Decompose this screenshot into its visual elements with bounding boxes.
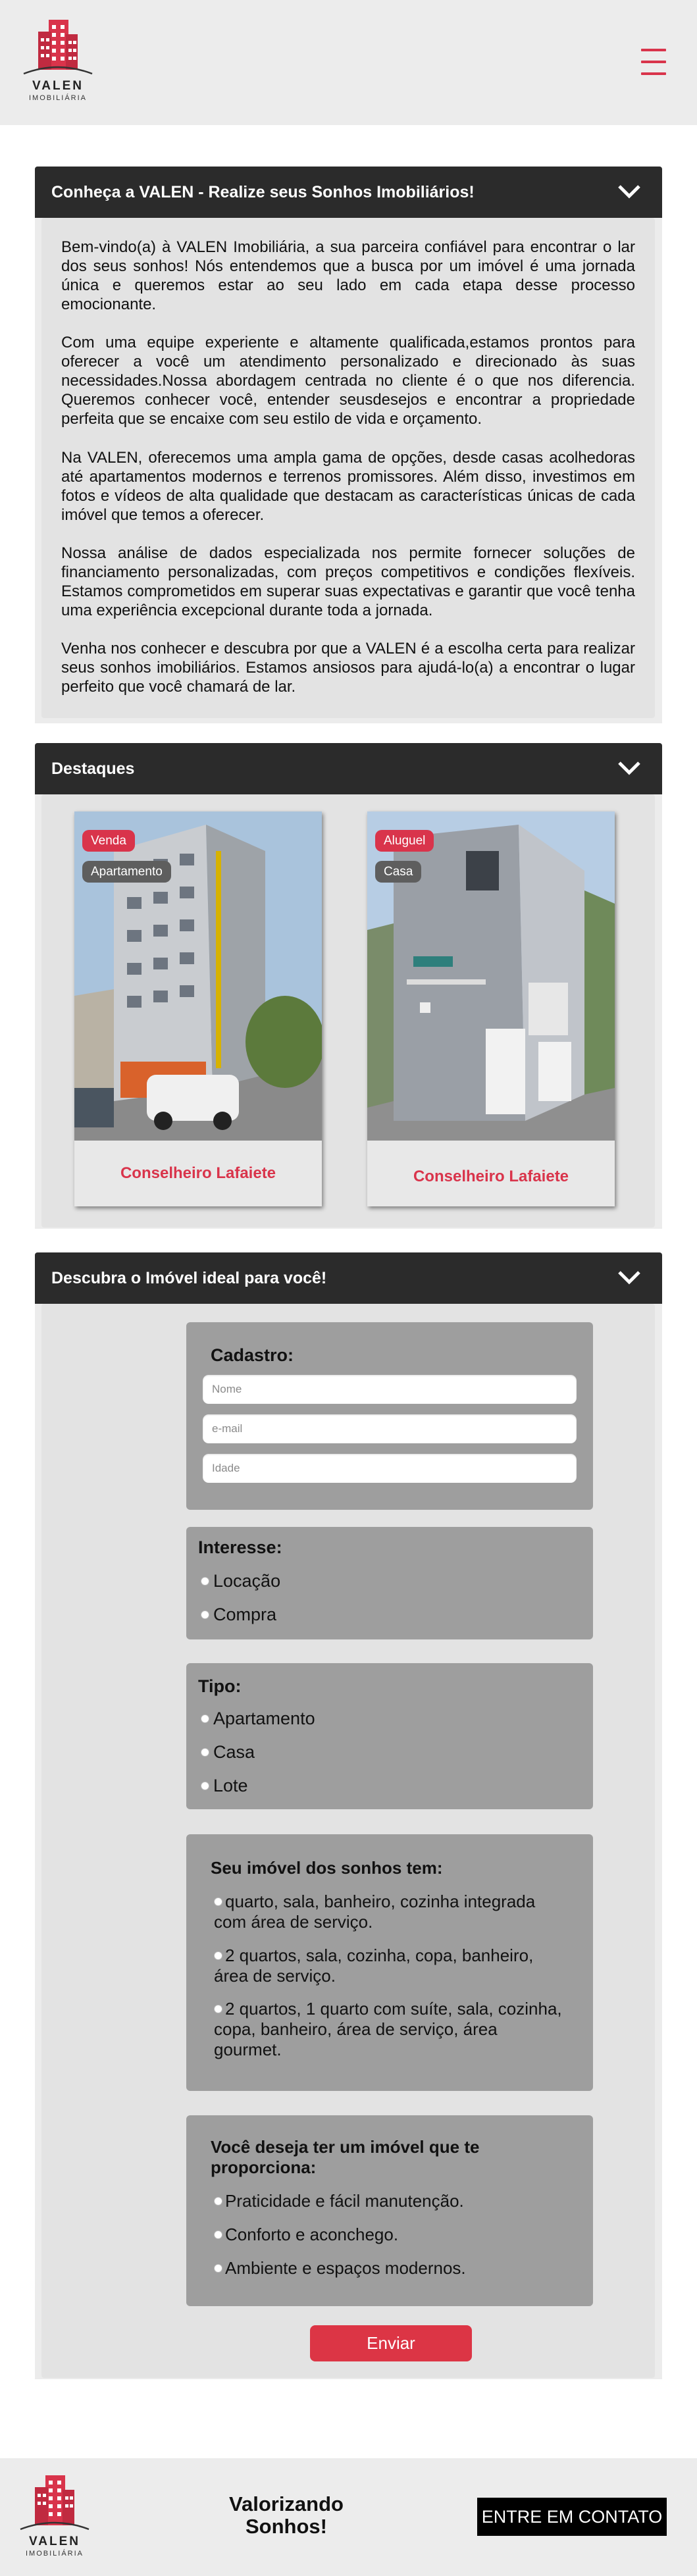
intro-section-body: Bem-vindo(a) à VALEN Imobiliária, a sua … bbox=[35, 218, 662, 723]
highlights-section-header[interactable]: Destaques bbox=[35, 743, 662, 794]
option-label: Ambiente e espaços modernos. bbox=[225, 2258, 466, 2278]
interesse-heading: Interesse: bbox=[198, 1537, 282, 1557]
option-label: Conforto e aconchego. bbox=[225, 2225, 399, 2244]
sonhos-option[interactable]: 2 quartos, 1 quarto com suíte, sala, coz… bbox=[214, 1999, 569, 2060]
intro-paragraph: Venha nos conhecer e descubra por que a … bbox=[61, 640, 635, 696]
logo-subtitle: IMOBILIÁRIA bbox=[25, 2550, 84, 2558]
property-card[interactable]: Venda Apartamento Conselheiro Lafaiete bbox=[74, 811, 322, 1206]
building-logo-icon bbox=[23, 20, 93, 75]
proporciona-box: Você deseja ter um imóvel que te proporc… bbox=[186, 2115, 593, 2306]
tipo-option-apartamento[interactable]: Apartamento bbox=[201, 1708, 315, 1729]
highlights-section-body: Venda Apartamento Conselheiro Lafaiete A… bbox=[35, 794, 662, 1229]
type-badge: Casa bbox=[375, 861, 422, 883]
chevron-down-icon[interactable] bbox=[617, 184, 641, 199]
intro-section-title: Conheça a VALEN - Realize seus Sonhos Im… bbox=[51, 183, 475, 201]
contact-button[interactable]: ENTRE EM CONTATO bbox=[477, 2498, 667, 2536]
intro-paragraph: Com uma equipe experiente e altamente qu… bbox=[61, 334, 635, 428]
hamburger-menu-icon[interactable] bbox=[638, 46, 669, 79]
finder-section-body: Cadastro: Interesse: Locação Compra Tipo… bbox=[35, 1304, 662, 2379]
site-header: VALEN IMOBILIÁRIA bbox=[0, 0, 697, 125]
logo-subtitle: IMOBILIÁRIA bbox=[28, 94, 88, 102]
property-card[interactable]: Aluguel Casa Conselheiro Lafaiete bbox=[367, 811, 615, 1206]
footer-logo[interactable]: VALEN IMOBILIÁRIA bbox=[16, 2470, 93, 2562]
finder-section-header[interactable]: Descubra o Imóvel ideal para você! bbox=[35, 1252, 662, 1304]
type-badge: Apartamento bbox=[82, 861, 171, 883]
finder-card: Cadastro: Interesse: Locação Compra Tipo… bbox=[41, 1304, 655, 2378]
cadastro-heading: Cadastro: bbox=[211, 1345, 294, 1365]
option-label: Lote bbox=[213, 1776, 248, 1795]
checkbox-icon[interactable] bbox=[214, 1897, 222, 1906]
valen-logo[interactable]: VALEN IMOBILIÁRIA bbox=[20, 14, 96, 107]
option-label: 2 quartos, sala, cozinha, copa, banheiro… bbox=[214, 1945, 534, 1986]
interesse-option-compra[interactable]: Compra bbox=[201, 1604, 276, 1625]
submit-button[interactable]: Enviar bbox=[310, 2325, 472, 2361]
chevron-down-icon[interactable] bbox=[617, 1270, 641, 1285]
proporciona-option[interactable]: Praticidade e fácil manutenção. bbox=[214, 2191, 569, 2211]
deal-badge: Aluguel bbox=[375, 830, 434, 852]
radio-icon[interactable] bbox=[201, 1577, 209, 1585]
site-footer: VALEN IMOBILIÁRIA Valorizando Sonhos! EN… bbox=[0, 2458, 697, 2576]
logo-name: VALEN bbox=[32, 79, 84, 93]
intro-paragraph: Na VALEN, oferecemos uma ampla gama de o… bbox=[61, 449, 635, 524]
proporciona-heading: Você deseja ter um imóvel que te proporc… bbox=[211, 2137, 480, 2177]
option-label: Locação bbox=[213, 1571, 281, 1591]
name-input[interactable] bbox=[203, 1375, 577, 1404]
property-location[interactable]: Conselheiro Lafaiete bbox=[74, 1141, 322, 1206]
intro-paragraph: Nossa análise de dados especializada nos… bbox=[61, 544, 635, 619]
option-label: Apartamento bbox=[213, 1709, 315, 1728]
email-input[interactable] bbox=[203, 1414, 577, 1443]
checkbox-icon[interactable] bbox=[214, 2264, 222, 2273]
tipo-option-casa[interactable]: Casa bbox=[201, 1741, 255, 1763]
property-location[interactable]: Conselheiro Lafaiete bbox=[367, 1144, 615, 1210]
interesse-option-locacao[interactable]: Locação bbox=[201, 1570, 280, 1591]
highlights-card: Venda Apartamento Conselheiro Lafaiete A… bbox=[41, 794, 655, 1227]
sonhos-option[interactable]: quarto, sala, banheiro, cozinha integrad… bbox=[214, 1892, 569, 1932]
option-label: Compra bbox=[213, 1605, 277, 1624]
checkbox-icon[interactable] bbox=[214, 2230, 222, 2239]
logo-name: VALEN bbox=[29, 2535, 80, 2548]
cadastro-box: Cadastro: bbox=[186, 1322, 593, 1510]
radio-icon[interactable] bbox=[201, 1714, 209, 1723]
proporciona-option[interactable]: Ambiente e espaços modernos. bbox=[214, 2258, 569, 2279]
footer-slogan: Valorizando Sonhos! bbox=[229, 2492, 344, 2538]
radio-icon[interactable] bbox=[201, 1610, 209, 1619]
checkbox-icon[interactable] bbox=[214, 1951, 222, 1960]
interesse-box: Interesse: Locação Compra bbox=[186, 1527, 593, 1639]
option-label: 2 quartos, 1 quarto com suíte, sala, coz… bbox=[214, 1999, 562, 2059]
age-input[interactable] bbox=[203, 1454, 577, 1483]
tipo-heading: Tipo: bbox=[198, 1676, 242, 1696]
checkbox-icon[interactable] bbox=[214, 2197, 222, 2205]
sonhos-option[interactable]: 2 quartos, sala, cozinha, copa, banheiro… bbox=[214, 1945, 569, 1986]
building-logo-icon bbox=[20, 2475, 90, 2531]
option-label: quarto, sala, banheiro, cozinha integrad… bbox=[214, 1892, 536, 1932]
finder-section-title: Descubra o Imóvel ideal para você! bbox=[51, 1269, 327, 1287]
option-label: Casa bbox=[213, 1742, 255, 1762]
proporciona-option[interactable]: Conforto e aconchego. bbox=[214, 2225, 569, 2245]
deal-badge: Venda bbox=[82, 830, 135, 852]
intro-card: Bem-vindo(a) à VALEN Imobiliária, a sua … bbox=[41, 218, 655, 718]
option-label: Praticidade e fácil manutenção. bbox=[225, 2191, 464, 2211]
highlights-section-title: Destaques bbox=[51, 760, 135, 778]
sonhos-box: Seu imóvel dos sonhos tem: quarto, sala,… bbox=[186, 1834, 593, 2091]
radio-icon[interactable] bbox=[201, 1748, 209, 1757]
chevron-down-icon[interactable] bbox=[617, 760, 641, 776]
intro-paragraph: Bem-vindo(a) à VALEN Imobiliária, a sua … bbox=[61, 238, 635, 313]
tipo-box: Tipo: Apartamento Casa Lote bbox=[186, 1663, 593, 1809]
intro-section-header[interactable]: Conheça a VALEN - Realize seus Sonhos Im… bbox=[35, 167, 662, 218]
tipo-option-lote[interactable]: Lote bbox=[201, 1775, 248, 1796]
sonhos-heading: Seu imóvel dos sonhos tem: bbox=[211, 1858, 443, 1878]
checkbox-icon[interactable] bbox=[214, 2005, 222, 2013]
radio-icon[interactable] bbox=[201, 1782, 209, 1790]
